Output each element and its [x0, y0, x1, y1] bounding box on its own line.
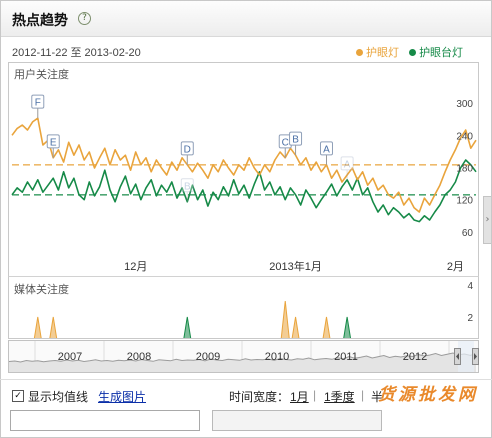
y-tick-label: 240: [456, 131, 473, 142]
event-marker-label: A: [323, 144, 330, 155]
time-width-label: 时间宽度：: [229, 390, 290, 404]
timeline-year-label: 2007: [58, 351, 82, 363]
media-attention-title: 媒体关注度: [14, 284, 69, 296]
time-width-option-1-month[interactable]: 1月: [290, 388, 309, 405]
y-tick-label: 60: [462, 228, 474, 239]
event-marker-label: D: [184, 144, 191, 155]
event-marker-label: F: [35, 98, 41, 109]
watermark: 货源批发网: [378, 385, 478, 404]
x-tick-label: 2月: [447, 261, 464, 273]
event-marker-label: B: [184, 181, 191, 192]
event-marker-label: E: [50, 137, 57, 148]
show-average-label[interactable]: 显示均值线: [28, 388, 88, 405]
y-tick-label: 4: [467, 281, 473, 292]
y-tick-label: 180: [456, 164, 473, 175]
time-width-separator: |: [313, 388, 317, 402]
timeline-year-label: 2012: [403, 351, 427, 363]
generate-image-link[interactable]: 生成图片: [98, 388, 146, 405]
check-icon: ✓: [14, 391, 22, 401]
user-attention-title: 用户关注度: [14, 69, 69, 81]
x-tick-label: 12月: [124, 261, 147, 273]
event-marker-label: C: [282, 137, 289, 148]
collapse-toggle[interactable]: ›: [483, 196, 491, 244]
time-width-option-1-quarter[interactable]: 1季度: [324, 388, 355, 405]
event-marker-label: A: [344, 159, 351, 170]
timeline-year-label: 2010: [265, 351, 289, 363]
trend-chart: FEDC BABA3002401801206012月 2013年1月 2月 42 20…: [0, 62, 492, 380]
y-tick-label: 120: [456, 196, 473, 207]
timeline-year-label: 2009: [196, 351, 220, 363]
range-handle-left[interactable]: [454, 348, 461, 365]
text-input-right[interactable]: [212, 410, 382, 431]
time-width-separator: |: [361, 388, 365, 402]
range-handle-right[interactable]: [472, 348, 479, 365]
show-average-checkbox[interactable]: ✓: [12, 390, 24, 402]
event-marker-label: B: [292, 135, 299, 146]
chevron-right-icon: ›: [485, 214, 490, 225]
text-input-left[interactable]: [10, 410, 200, 431]
x-tick-label: 2013年1月: [269, 259, 322, 273]
y-tick-label: 2: [467, 313, 473, 324]
timeline-year-label: 2008: [127, 351, 151, 363]
timeline-year-label: 2011: [334, 351, 358, 363]
y-tick-label: 300: [456, 99, 473, 110]
